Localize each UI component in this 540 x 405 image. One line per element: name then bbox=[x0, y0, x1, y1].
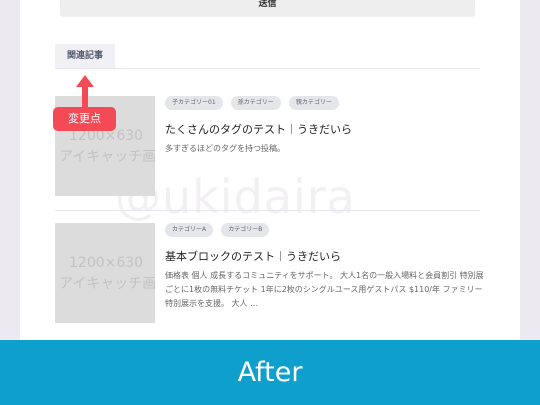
tag-chip[interactable]: 孫カテゴリー bbox=[230, 96, 281, 110]
article-thumbnail[interactable]: 1200×630 アイキャッチ画像 bbox=[55, 223, 155, 323]
title-separator bbox=[280, 251, 281, 261]
thumbnail-size-text: 1200×630 bbox=[69, 255, 144, 271]
tag-chip[interactable]: 親カテゴリー bbox=[288, 96, 339, 110]
article-excerpt: 多すぎるほどのタグを持つ投稿。 bbox=[165, 144, 285, 153]
article-title-text[interactable]: 基本ブロックのテスト bbox=[165, 250, 275, 263]
title-separator bbox=[291, 124, 292, 134]
after-banner: After bbox=[0, 340, 540, 405]
article-tags: カテゴリーA カテゴリーB bbox=[165, 223, 272, 237]
article-title[interactable]: 基本ブロックのテスト うきだいら bbox=[165, 248, 341, 264]
page-content: 送信 関連記事 @ukidaira 1200×630 アイキャッチ画像 子カテゴ… bbox=[20, 0, 520, 340]
article-excerpt: 価格表 個人 成長するコミュニティをサポート。 大人1名の一般入場料と会員割引 … bbox=[165, 271, 484, 308]
thumbnail-caption-text: アイキャッチ画像 bbox=[59, 149, 155, 165]
change-point-badge: 変更点 bbox=[53, 107, 116, 131]
section-divider bbox=[55, 68, 480, 69]
annotation-arrow-icon bbox=[76, 75, 94, 108]
related-articles-heading: 関連記事 bbox=[55, 44, 115, 68]
tag-chip[interactable]: カテゴリーB bbox=[221, 223, 270, 237]
tag-chip[interactable]: 子カテゴリー01 bbox=[165, 96, 223, 110]
article-author: うきだいら bbox=[286, 250, 341, 263]
submit-button[interactable]: 送信 bbox=[60, 0, 475, 17]
article-title-text[interactable]: たくさんのタグのテスト bbox=[165, 123, 286, 136]
article-title[interactable]: たくさんのタグのテスト うきだいら bbox=[165, 121, 352, 137]
article-divider bbox=[55, 210, 480, 211]
article-author: うきだいら bbox=[297, 123, 352, 136]
tag-chip[interactable]: カテゴリーA bbox=[165, 223, 214, 237]
thumbnail-caption-text: アイキャッチ画像 bbox=[59, 276, 155, 292]
article-tags: 子カテゴリー01 孫カテゴリー 親カテゴリー bbox=[165, 96, 342, 110]
